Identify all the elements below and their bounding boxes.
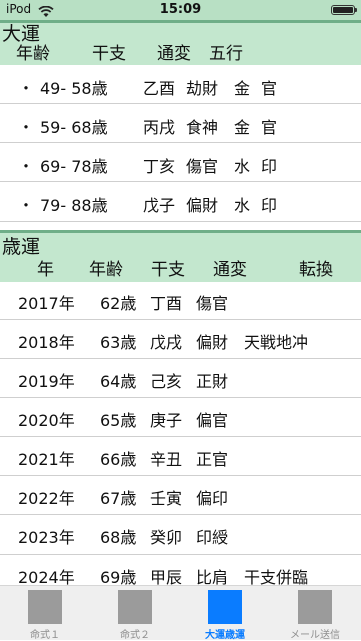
taiun-row[interactable]: ・ 49- 58歳 乙酉 劫財 金 官	[0, 65, 361, 104]
tab-meishiki-2[interactable]: 命式２	[90, 586, 180, 641]
gogyo: 金	[234, 118, 251, 137]
tab-placeholder-icon	[118, 590, 152, 624]
col-age: 年齢	[16, 44, 50, 64]
tsuhen: 劫財	[186, 79, 219, 98]
age-range: 49- 58歳	[40, 79, 108, 98]
tab-label: メール送信	[290, 630, 340, 641]
status-bar: iPod 15:09	[0, 0, 361, 20]
gogyo: 金	[234, 79, 251, 98]
saiun-row[interactable]: 2022年 67歳 壬寅 偏印	[0, 476, 361, 515]
col-kanshi: 干支	[151, 260, 185, 280]
tab-placeholder-icon	[208, 590, 242, 624]
col-tenkan: 転換	[299, 260, 333, 280]
taiun-title: 大運	[2, 23, 41, 45]
bullet: ・	[18, 196, 35, 215]
tsuhen: 印綬	[196, 528, 229, 547]
kanshi: 戊戌	[150, 333, 183, 352]
tab-bar: 命式１ 命式２ 大運歳運 メール送信	[0, 585, 361, 641]
tsuhen: 傷官	[186, 157, 219, 176]
bullet: ・	[18, 157, 35, 176]
taiun-row[interactable]: ・ 69- 78歳 丁亥 傷官 水 印	[0, 143, 361, 182]
saiun-row[interactable]: 2023年 68歳 癸卯 印綬	[0, 515, 361, 555]
year: 2017年	[18, 294, 75, 313]
age: 62歳	[100, 294, 137, 313]
col-year: 年	[37, 260, 54, 280]
tab-label: 命式２	[120, 630, 150, 641]
kanshi: 丁亥	[143, 157, 176, 176]
col-tsuhen: 通変	[213, 260, 247, 280]
taiun-row[interactable]: ・ 59- 68歳 丙戌 食神 金 官	[0, 104, 361, 143]
taiun-header: 大運 年齢 干支 通変 五行	[0, 20, 361, 65]
col-tsuhen: 通変	[157, 44, 191, 64]
saiun-row[interactable]: 2024年 69歳 甲辰 比肩 干支併臨	[0, 555, 361, 587]
kanshi: 辛丑	[150, 450, 183, 469]
saiun-row[interactable]: 2019年 64歳 己亥 正財	[0, 359, 361, 398]
age-range: 69- 78歳	[40, 157, 108, 176]
kanshi: 癸卯	[150, 528, 183, 547]
battery-icon	[331, 5, 357, 15]
kanshi: 庚子	[150, 411, 183, 430]
col-gogyo: 五行	[209, 44, 243, 64]
age: 68歳	[100, 528, 137, 547]
year: 2022年	[18, 489, 75, 508]
kanshi: 壬寅	[150, 489, 183, 508]
tab-placeholder-icon	[298, 590, 332, 624]
tsuhen: 正官	[196, 450, 229, 469]
tsuhen: 偏官	[196, 411, 229, 430]
age-range: 79- 88歳	[40, 196, 108, 215]
tsuhen: 偏財	[196, 333, 229, 352]
bullet: ・	[18, 118, 35, 137]
tsuhen: 偏財	[186, 196, 219, 215]
kanshi: 乙酉	[143, 79, 176, 98]
year: 2018年	[18, 333, 75, 352]
tab-send-mail[interactable]: メール送信	[270, 586, 360, 641]
year: 2021年	[18, 450, 75, 469]
taiun-row[interactable]: ・ 79- 88歳 戊子 偏財 水 印	[0, 182, 361, 222]
tenkan: 天戦地冲	[244, 333, 309, 352]
year: 2023年	[18, 528, 75, 547]
clock: 15:09	[159, 2, 202, 17]
star: 印	[261, 157, 278, 176]
tsuhen: 正財	[196, 372, 229, 391]
tab-label: 命式１	[30, 630, 60, 641]
tsuhen: 偏印	[196, 489, 229, 508]
saiun-row[interactable]: 2018年 63歳 戊戌 偏財 天戦地冲	[0, 320, 361, 359]
gogyo: 水	[234, 157, 251, 176]
tab-meishiki-1[interactable]: 命式１	[0, 586, 90, 641]
saiun-header: 歳運 年 年齢 干支 通変 転換	[0, 230, 361, 282]
age-range: 59- 68歳	[40, 118, 108, 137]
kanshi: 丁酉	[150, 294, 183, 313]
age: 64歳	[100, 372, 137, 391]
kanshi: 己亥	[150, 372, 183, 391]
saiun-row[interactable]: 2020年 65歳 庚子 偏官	[0, 398, 361, 437]
tsuhen: 傷官	[196, 294, 229, 313]
col-age: 年齢	[89, 260, 123, 280]
kanshi: 丙戌	[143, 118, 176, 137]
bullet: ・	[18, 79, 35, 98]
year: 2020年	[18, 411, 75, 430]
year: 2019年	[18, 372, 75, 391]
star: 印	[261, 196, 278, 215]
col-kanshi: 干支	[92, 44, 126, 64]
age: 67歳	[100, 489, 137, 508]
tsuhen: 食神	[186, 118, 219, 137]
age: 66歳	[100, 450, 137, 469]
saiun-title: 歳運	[2, 236, 41, 258]
saiun-row[interactable]: 2017年 62歳 丁酉 傷官	[0, 282, 361, 320]
age: 65歳	[100, 411, 137, 430]
tab-taiun-saiun[interactable]: 大運歳運	[180, 586, 270, 641]
kanshi: 戊子	[143, 196, 176, 215]
tab-placeholder-icon	[28, 590, 62, 624]
age: 63歳	[100, 333, 137, 352]
saiun-row[interactable]: 2021年 66歳 辛丑 正官	[0, 437, 361, 476]
gogyo: 水	[234, 196, 251, 215]
star: 官	[261, 79, 278, 98]
tab-label: 大運歳運	[205, 630, 245, 641]
star: 官	[261, 118, 278, 137]
